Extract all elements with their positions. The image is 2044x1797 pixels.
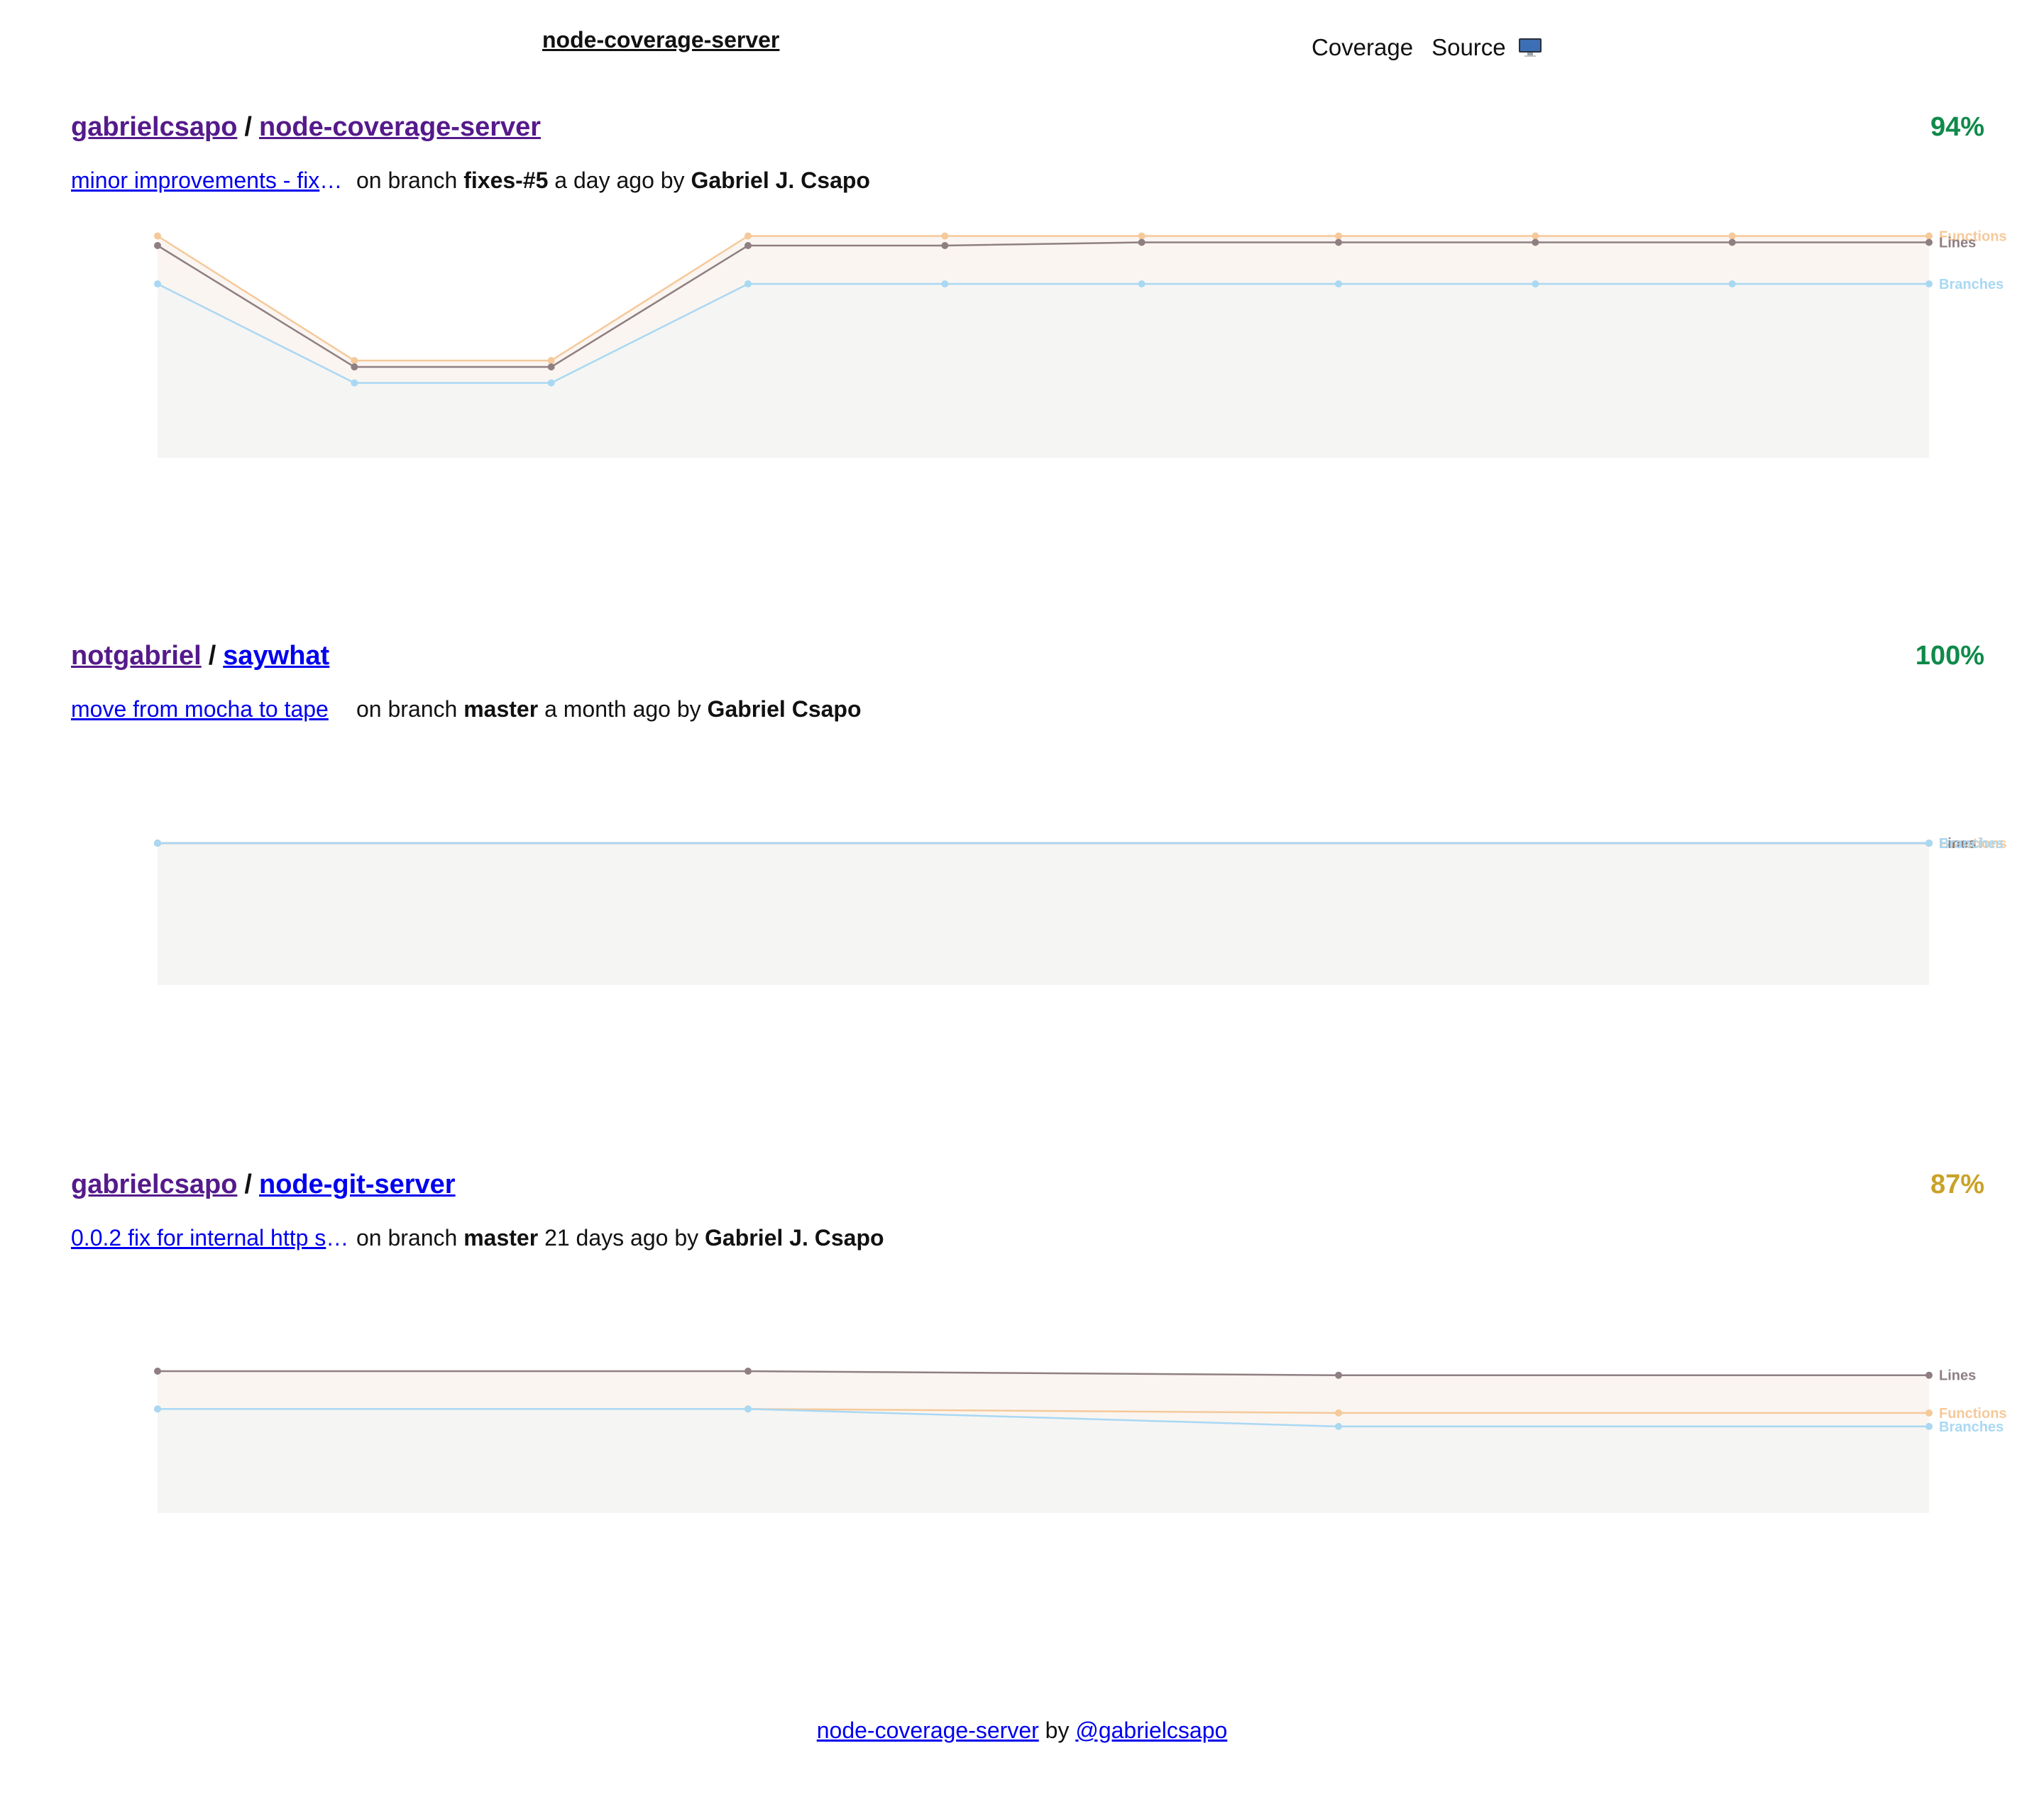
branch-name: master — [463, 1225, 539, 1251]
commit-info: minor improvements - fixes #5 on branch … — [71, 167, 870, 194]
commit-time: a day ago by — [554, 167, 685, 193]
repo-name-link[interactable]: node-git-server — [259, 1170, 456, 1199]
branch-prefix: on branch — [356, 167, 458, 193]
commit-time: a month ago by — [544, 696, 701, 722]
branch-prefix: on branch — [356, 696, 458, 722]
repo-separator: / — [244, 112, 252, 142]
footer-by-text: by — [1045, 1718, 1070, 1743]
repo-heading: notgabriel / saywhat — [71, 641, 329, 671]
repo-separator: / — [208, 641, 216, 671]
repo-owner-link[interactable]: gabrielcsapo — [71, 112, 237, 142]
branch-name: fixes-#5 — [463, 167, 549, 193]
commit-message-link[interactable]: minor improvements - fixes #5 — [71, 167, 349, 194]
nav-source-link[interactable]: Source — [1432, 34, 1542, 61]
footer-project-link[interactable]: node-coverage-server — [817, 1718, 1039, 1743]
branch-name: master — [463, 696, 539, 722]
monitor-icon — [1518, 38, 1542, 57]
coverage-percent: 87% — [1930, 1170, 1984, 1199]
repo-name-link[interactable]: node-coverage-server — [259, 112, 541, 142]
coverage-percent: 94% — [1930, 112, 1984, 142]
branch-prefix: on branch — [356, 1225, 458, 1251]
nav-links: Coverage Source — [1312, 34, 1542, 61]
repo-card: gabrielcsapo / node-git-server 87% 0.0.2 f… — [0, 1170, 2044, 1567]
commit-info: move from mocha to tape on branch master… — [71, 696, 862, 722]
top-navigation: node-coverage-server Coverage Source — [0, 0, 2044, 85]
footer: node-coverage-server by @gabrielcsapo — [0, 1718, 2044, 1744]
commit-message-link[interactable]: 0.0.2 fix for internal http server — [71, 1225, 349, 1251]
repo-owner-link[interactable]: gabrielcsapo — [71, 1170, 237, 1199]
commit-author: Gabriel J. Csapo — [705, 1225, 884, 1251]
nav-source-label: Source — [1432, 34, 1506, 60]
commit-time: 21 days ago by — [544, 1225, 699, 1251]
repo-name-link[interactable]: saywhat — [223, 641, 329, 671]
repo-heading: gabrielcsapo / node-coverage-server — [71, 112, 541, 143]
repo-separator: / — [244, 1170, 252, 1199]
site-title-link[interactable]: node-coverage-server — [542, 27, 779, 53]
repo-card: notgabriel / saywhat 100% move from mocha … — [0, 641, 2044, 1038]
repo-heading: gabrielcsapo / node-git-server — [71, 1170, 456, 1200]
commit-message-link[interactable]: move from mocha to tape — [71, 696, 349, 722]
repo-card: gabrielcsapo / node-coverage-server 94% mi… — [0, 112, 2044, 510]
repo-owner-link[interactable]: notgabriel — [71, 641, 202, 671]
nav-coverage-link[interactable]: Coverage — [1312, 34, 1413, 61]
commit-info: 0.0.2 fix for internal http server on br… — [71, 1225, 884, 1251]
coverage-percent: 100% — [1915, 641, 1984, 671]
commit-author: Gabriel J. Csapo — [691, 167, 870, 193]
footer-author-link[interactable]: @gabrielcsapo — [1075, 1718, 1227, 1743]
commit-author: Gabriel Csapo — [707, 696, 862, 722]
